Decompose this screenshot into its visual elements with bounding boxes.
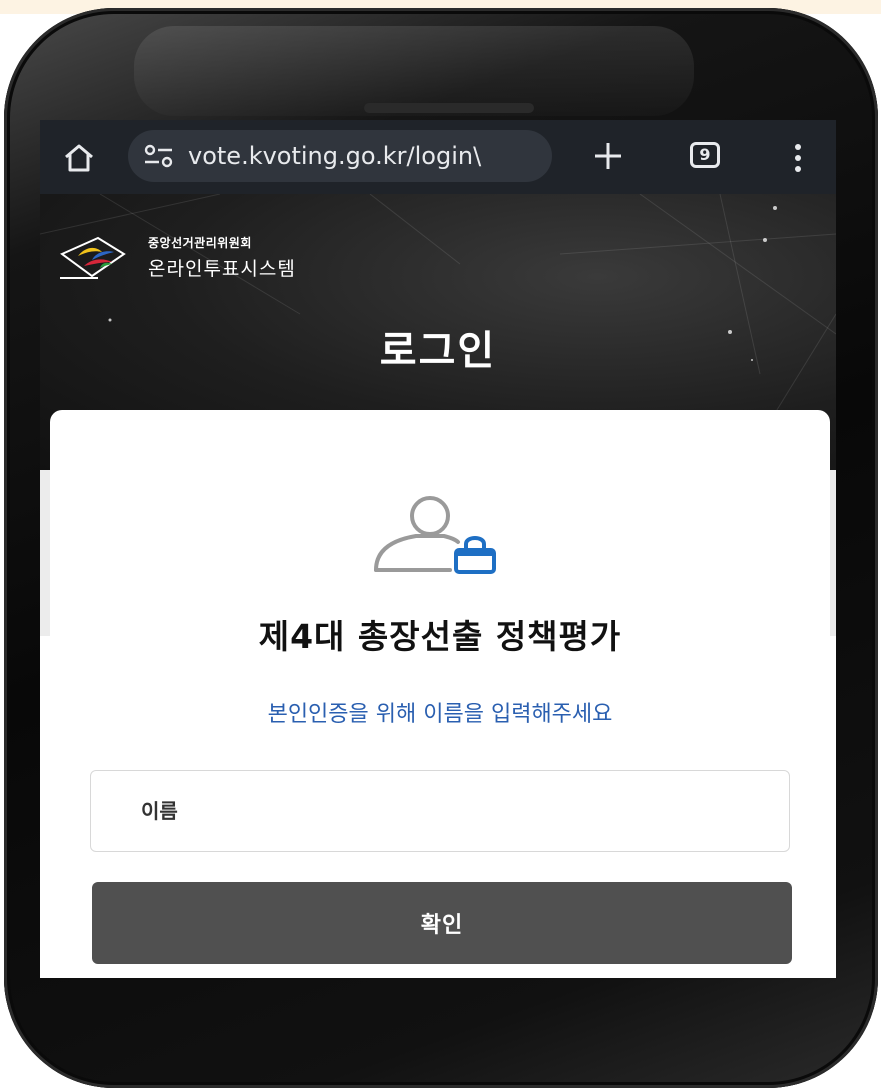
user-lock-icon (374, 496, 496, 574)
election-title: 제4대 총장선출 정책평가 (258, 617, 622, 656)
login-card: 제4대 총장선출 정책평가 본인인증을 위해 이름을 입력해주세요 확인 (50, 410, 830, 978)
menu-icon[interactable] (792, 142, 804, 174)
instruction-text: 본인인증을 위해 이름을 입력해주세요 (267, 702, 613, 727)
phone-screen: vote.kvoting.go.kr/login\ 9 중앙선거관리위원회 온라… (40, 120, 836, 978)
name-input[interactable] (90, 770, 790, 852)
page-title: 로그인 (379, 328, 497, 374)
confirm-button[interactable]: 확인 (92, 882, 792, 964)
tabs-icon[interactable]: 9 (690, 142, 720, 168)
system-name: 온라인투표시스템 (148, 258, 296, 280)
nec-logo (60, 236, 126, 279)
address-bar[interactable]: vote.kvoting.go.kr/login\ (128, 130, 552, 182)
site-settings-icon[interactable] (142, 143, 176, 169)
plus-icon[interactable] (592, 140, 624, 172)
browser-toolbar: vote.kvoting.go.kr/login\ 9 (40, 120, 836, 195)
url-text[interactable]: vote.kvoting.go.kr/login\ (188, 142, 481, 170)
home-icon[interactable] (62, 142, 96, 174)
organization-name: 중앙선거관리위원회 (148, 236, 252, 250)
phone-speaker (364, 103, 534, 113)
